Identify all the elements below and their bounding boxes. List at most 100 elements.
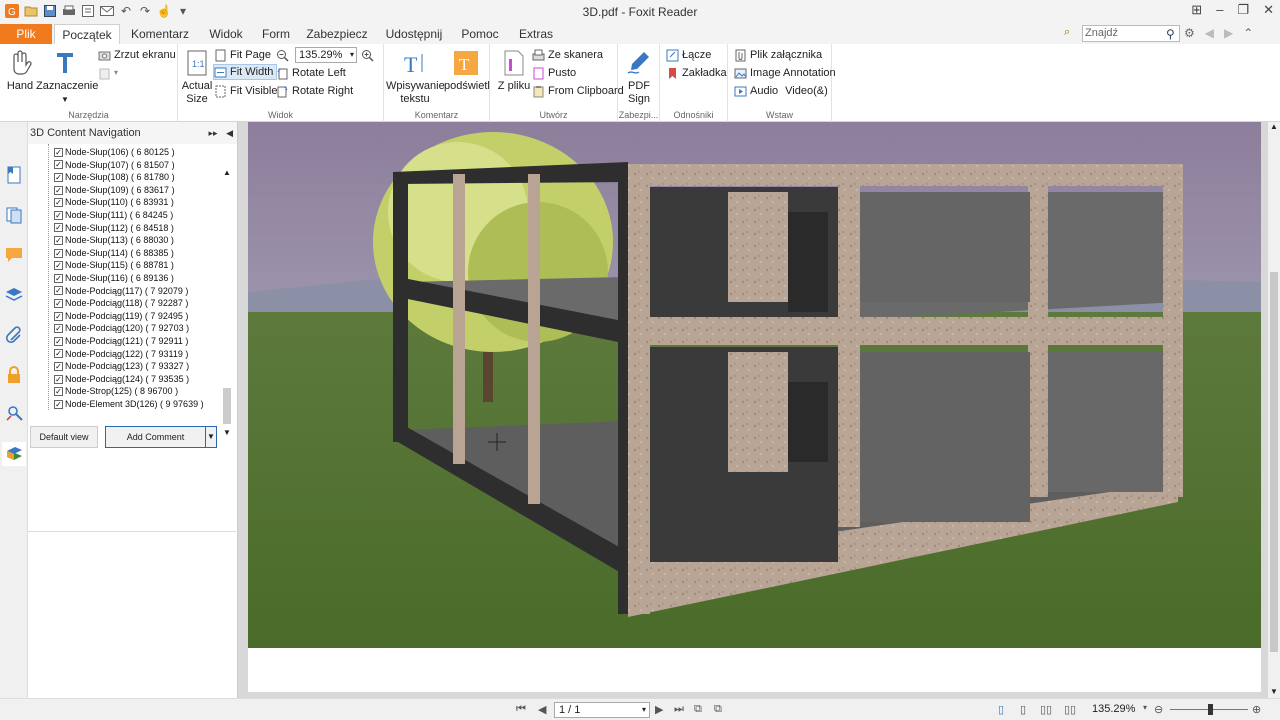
typewriter-button[interactable]: T Wpisywanie tekstu bbox=[386, 48, 445, 106]
forward-arrow-icon[interactable]: ▶ bbox=[1224, 26, 1233, 40]
first-page-icon[interactable]: ⏮ bbox=[516, 703, 526, 716]
default-view-button[interactable]: Default view bbox=[30, 426, 98, 448]
zoom-in-circle-icon[interactable]: ⊕ bbox=[1252, 703, 1261, 716]
single-page-icon[interactable]: ▯ bbox=[998, 703, 1004, 716]
tree-node[interactable]: ✓ Node-Słup(107) ( 6 81507 ) bbox=[54, 159, 175, 172]
file-attachment-button[interactable]: Plik załącznika bbox=[734, 47, 822, 63]
tab-file[interactable]: Plik bbox=[0, 24, 52, 44]
fit-width-button[interactable]: Fit Width bbox=[213, 64, 278, 80]
zoom-options-icon[interactable]: ▾ bbox=[1143, 703, 1147, 712]
page-number-input[interactable]: 1 / 1 ▾ bbox=[554, 702, 650, 718]
scroll-up-icon[interactable]: ▲ bbox=[222, 168, 232, 177]
doc-scroll-down-icon[interactable]: ▼ bbox=[1268, 687, 1280, 696]
restore-panel-icon[interactable]: ⊞ bbox=[1191, 2, 1202, 18]
scroll-down-icon[interactable]: ▼ bbox=[222, 428, 232, 437]
tab-form[interactable]: Form bbox=[258, 24, 294, 44]
3d-model-viewport[interactable] bbox=[248, 122, 1261, 648]
bookmarks-panel-icon[interactable] bbox=[5, 166, 23, 184]
tree-node[interactable]: ✓ Node-Słup(109) ( 6 83617 ) bbox=[54, 184, 175, 197]
last-page-icon[interactable]: ⏭ bbox=[674, 703, 684, 716]
node-visibility-checkbox[interactable]: ✓ bbox=[54, 235, 63, 245]
link-button[interactable]: Łącze bbox=[666, 47, 711, 63]
panel-options-icon[interactable]: ▸▸ bbox=[209, 128, 218, 138]
panel-collapse-icon[interactable]: ◀ bbox=[226, 128, 233, 138]
tree-node[interactable]: ✓ Node-Podciąg(121) ( 7 92911 ) bbox=[54, 335, 188, 348]
tree-node[interactable]: ✓ Node-Podciąg(119) ( 7 92495 ) bbox=[54, 310, 188, 323]
scroll-thumb[interactable] bbox=[223, 388, 231, 424]
doc-scroll-thumb[interactable] bbox=[1270, 272, 1278, 652]
next-page-icon[interactable]: ▶ bbox=[655, 703, 663, 716]
blank-button[interactable]: Pusto bbox=[532, 65, 576, 81]
tree-node[interactable]: ✓ Node-Podciąg(124) ( 7 93535 ) bbox=[54, 373, 189, 386]
clipboard-button[interactable]: ▾ bbox=[98, 65, 118, 81]
continuous-facing-icon[interactable]: ▯▯ bbox=[1064, 703, 1076, 716]
previous-page-icon[interactable]: ◀ bbox=[538, 703, 546, 716]
node-visibility-checkbox[interactable]: ✓ bbox=[54, 387, 63, 397]
tree-node[interactable]: ✓ Node-Słup(106) ( 6 80125 ) bbox=[54, 146, 175, 159]
continuous-page-icon[interactable]: ▯ bbox=[1020, 703, 1026, 716]
rotate-right-button[interactable]: Rotate Right bbox=[276, 83, 353, 99]
select-button[interactable]: Zaznaczenie ▼ bbox=[36, 48, 98, 106]
back-arrow-icon[interactable]: ◀ bbox=[1205, 26, 1214, 40]
node-visibility-checkbox[interactable]: ✓ bbox=[54, 273, 63, 283]
comments-panel-icon[interactable] bbox=[5, 246, 23, 264]
tree-node[interactable]: ✓ Node-Słup(114) ( 6 88385 ) bbox=[54, 247, 174, 260]
collapse-ribbon-icon[interactable]: ⌃ bbox=[1243, 26, 1253, 40]
select-dropdown-icon[interactable]: ▼ bbox=[36, 93, 94, 106]
bookmark-button[interactable]: Zakładka bbox=[666, 65, 727, 81]
zoom-in-button[interactable] bbox=[361, 47, 374, 63]
actual-size-button[interactable]: 1:1 Actual Size bbox=[180, 48, 214, 106]
node-visibility-checkbox[interactable]: ✓ bbox=[54, 324, 63, 334]
node-visibility-checkbox[interactable]: ✓ bbox=[54, 261, 63, 271]
search-icon[interactable]: ⚲ bbox=[1166, 27, 1175, 41]
security-panel-icon[interactable] bbox=[5, 366, 23, 384]
node-visibility-checkbox[interactable]: ✓ bbox=[54, 361, 63, 371]
node-visibility-checkbox[interactable]: ✓ bbox=[54, 349, 63, 359]
previous-view-icon[interactable]: ⧉ bbox=[694, 703, 702, 716]
tree-node[interactable]: ✓ Node-Słup(116) ( 6 89136 ) bbox=[54, 272, 174, 285]
page-dropdown-icon[interactable]: ▾ bbox=[642, 703, 646, 717]
image-annotation-button[interactable]: Image Annotation bbox=[734, 65, 836, 81]
from-clipboard-button[interactable]: From Clipboard bbox=[532, 83, 624, 99]
node-visibility-checkbox[interactable]: ✓ bbox=[54, 311, 63, 321]
next-view-icon[interactable]: ⧉ bbox=[714, 703, 722, 716]
fit-page-button[interactable]: Fit Page bbox=[214, 47, 271, 63]
tree-node[interactable]: ✓ Node-Strop(125) ( 8 96700 ) bbox=[54, 385, 178, 398]
node-visibility-checkbox[interactable]: ✓ bbox=[54, 399, 63, 409]
facing-page-icon[interactable]: ▯▯ bbox=[1040, 703, 1052, 716]
hand-button[interactable]: Hand bbox=[4, 48, 36, 93]
node-visibility-checkbox[interactable]: ✓ bbox=[54, 160, 63, 170]
node-visibility-checkbox[interactable]: ✓ bbox=[54, 248, 63, 258]
node-visibility-checkbox[interactable]: ✓ bbox=[54, 336, 63, 346]
attachments-panel-icon[interactable] bbox=[5, 326, 23, 344]
node-visibility-checkbox[interactable]: ✓ bbox=[54, 286, 63, 296]
zoom-out-circle-icon[interactable]: ⊖ bbox=[1154, 703, 1163, 716]
from-scanner-button[interactable]: Ze skanera bbox=[532, 47, 603, 63]
tree-node[interactable]: ✓ Node-Słup(113) ( 6 88030 ) bbox=[54, 234, 174, 247]
tree-node[interactable]: ✓ Node-Podciąg(118) ( 7 92287 ) bbox=[54, 297, 188, 310]
tree-node[interactable]: ✓ Node-Słup(111) ( 6 84245 ) bbox=[54, 209, 173, 222]
tree-node[interactable]: ✓ Node-Element 3D(126) ( 9 97639 ) bbox=[54, 398, 204, 411]
node-visibility-checkbox[interactable]: ✓ bbox=[54, 185, 63, 195]
node-visibility-checkbox[interactable]: ✓ bbox=[54, 223, 63, 233]
node-visibility-checkbox[interactable]: ✓ bbox=[54, 147, 63, 157]
fit-visible-button[interactable]: Fit Visible bbox=[214, 83, 277, 99]
close-icon[interactable]: ✕ bbox=[1263, 2, 1274, 18]
tab-protect[interactable]: Zabezpiecz bbox=[304, 24, 370, 44]
maximize-icon[interactable]: ❐ bbox=[1237, 2, 1249, 18]
highlight-button[interactable]: T podświetl bbox=[444, 48, 490, 93]
tab-share[interactable]: Udostępnij bbox=[382, 24, 446, 44]
node-visibility-checkbox[interactable]: ✓ bbox=[54, 374, 63, 384]
from-file-button[interactable]: Z pliku bbox=[494, 48, 534, 93]
layers-panel-icon[interactable] bbox=[5, 286, 23, 304]
zoom-dropdown-icon[interactable]: ▾ bbox=[350, 48, 354, 62]
signatures-panel-icon[interactable] bbox=[5, 404, 23, 422]
tree-node[interactable]: ✓ Node-Słup(110) ( 6 83931 ) bbox=[54, 196, 174, 209]
tab-extras[interactable]: Extras bbox=[514, 24, 558, 44]
zoom-select[interactable]: 135.29% ▾ bbox=[295, 47, 357, 63]
tab-home[interactable]: Początek bbox=[54, 24, 120, 45]
minimize-icon[interactable]: – bbox=[1216, 2, 1223, 18]
tree-node[interactable]: ✓ Node-Podciąg(120) ( 7 92703 ) bbox=[54, 322, 189, 335]
tree-node[interactable]: ✓ Node-Słup(108) ( 6 81780 ) bbox=[54, 171, 175, 184]
tree-node[interactable]: ✓ Node-Podciąg(122) ( 7 93119 ) bbox=[54, 348, 188, 361]
